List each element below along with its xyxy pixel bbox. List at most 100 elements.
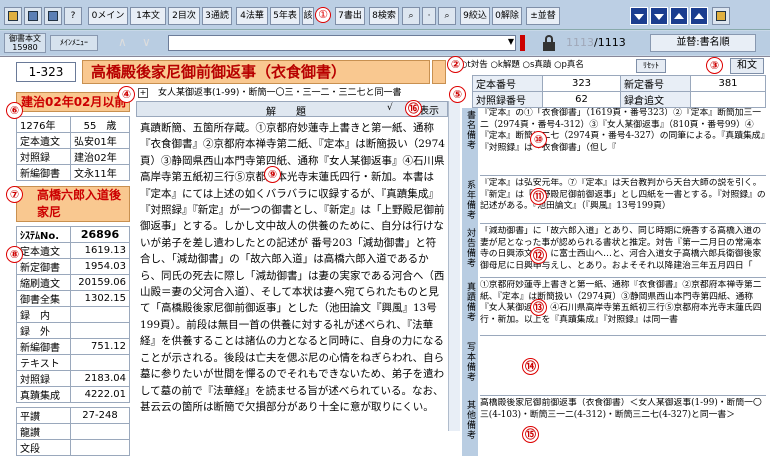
callout-12: ⑫ [530, 247, 547, 264]
reset-button[interactable]: ﾘｾｯﾄ [636, 59, 666, 73]
nav-up2-icon[interactable] [690, 7, 708, 25]
tab-shomei[interactable]: 書名備考 [464, 110, 477, 176]
table-row: 対照録 2183.04 [16, 370, 130, 387]
help-icon[interactable]: ? [64, 7, 82, 25]
search-range-icon[interactable]: ⌕ [438, 7, 456, 25]
table-row: 定本遺文 弘安01年 [16, 132, 130, 149]
main-menu-button[interactable]: ﾒｲﾝﾒﾆｭｰ [50, 35, 98, 51]
shibori-button[interactable]: 9絞込 [460, 7, 490, 25]
mini-button[interactable]: 該 [302, 7, 314, 25]
folder-icon[interactable] [712, 7, 730, 25]
date-heading: 建治02年02月以前 [16, 92, 130, 112]
main-toolbar: ? 0メイン 1本文 2目次 3通読 4法華 5年表 該 ① 7書出 8検索 ⌕… [0, 0, 770, 30]
table-row: 録 内 [16, 306, 130, 323]
table-row: 1276年 55 歳 [16, 116, 130, 133]
record-total: /1113 [594, 36, 626, 49]
nav-down2-icon[interactable] [650, 7, 668, 25]
combobox-dropdown-icon[interactable]: ▼ [506, 37, 516, 49]
export-icon[interactable] [24, 7, 42, 25]
related-line: 女人某御返事(1-99)・断簡一〇三・三一二・三二七と同一書 [158, 88, 402, 98]
search-icon[interactable]: ⌕ [402, 7, 420, 25]
sort-label: 並替:書名順 [650, 34, 756, 52]
table-row: テキスト [16, 354, 130, 371]
hokke-button[interactable]: 4法華 [236, 7, 268, 25]
folder-open-icon[interactable] [4, 7, 22, 25]
callout-16: ⑯ [405, 100, 422, 117]
radio-shinseki[interactable]: ○s真蹟 [523, 60, 552, 70]
year-table: 1276年 55 歳 定本遺文 弘安01年 対照録 建治02年 新編御書 文永11年 [16, 116, 130, 181]
show-label[interactable]: 表示 [419, 102, 447, 117]
lock-icon[interactable] [540, 34, 558, 52]
callout-9: ⑨ [264, 166, 281, 183]
numbers-table: 定本番号 323 新定番号 381 対照録番号 62 録倉追文 [472, 75, 766, 108]
shomei-text: 『定本』の①「衣食御書」（1619頁・番号323）②『定本』断簡加三一二（297… [480, 108, 766, 176]
callout-8: ⑧ [6, 246, 23, 263]
dot-icon[interactable]: · [422, 7, 436, 25]
search-combobox[interactable] [168, 35, 516, 51]
table-row: 対照録 建治02年 [16, 148, 130, 165]
record-current: 1113 [566, 36, 594, 49]
center-scrollbar[interactable] [448, 101, 460, 431]
main-button[interactable]: 0メイン [88, 7, 128, 25]
doc-number: 1-323 [16, 62, 76, 82]
callout-1: ① [315, 7, 333, 25]
tab-shahon[interactable]: 写本備考 [464, 342, 477, 392]
callout-2: ② [447, 56, 464, 73]
radio-mana[interactable]: ○p真名 [554, 60, 584, 70]
up-arrow[interactable]: ∧ [118, 35, 127, 49]
commentary-table: 平讃 27-248 龍讃 文段 [16, 407, 130, 456]
kaijo-button[interactable]: 0解除 [492, 7, 522, 25]
tab-sonota[interactable]: 其他備考 [464, 400, 477, 454]
tab-keinen[interactable]: 系年備考 [464, 180, 477, 226]
kaidai-tab[interactable]: 解 題 [221, 103, 351, 118]
table-row: 新編御書 文永11年 [16, 164, 130, 181]
callout-3: ③ [706, 57, 723, 74]
nav-down-icon[interactable] [630, 7, 648, 25]
kaidai-tab-bar: 解 題 √ 表示 [136, 101, 448, 118]
tsudoku-button[interactable]: 3通読 [202, 7, 232, 25]
doc-title-extra [432, 60, 446, 84]
honbun-count-label: 御書本文 15980 [4, 33, 46, 53]
radio-kaidai[interactable]: ○k解題 [490, 60, 519, 70]
nenpyo-button[interactable]: 5年表 [270, 7, 300, 25]
radio-taikoku[interactable]: ○t対告 [460, 60, 488, 70]
shinseki-text: ①京都府妙蓮寺上書きと第一紙、通称『衣食御書』②京都府本禅寺第二紙、『定本』は断… [480, 280, 766, 336]
red-marker [520, 35, 525, 51]
sonota-text: 高橋殿後家尼御前御返事（衣食御書）＜女人某御返事(1-99)・断簡一〇三(4-1… [480, 398, 762, 420]
mokuji-button[interactable]: 2目次 [168, 7, 200, 25]
system-table: ｼｽﾃﾑNo. 26896 定本遺文 1619.13 新定御書 1954.03 縮刷遺… [16, 226, 130, 403]
kensaku-button[interactable]: 8検索 [369, 7, 399, 25]
expand-icon[interactable]: + [138, 88, 148, 98]
table-row: 平讃 27-248 [16, 407, 130, 424]
nav-up-icon[interactable] [670, 7, 688, 25]
table-row: 龍讃 [16, 423, 130, 440]
callout-7: ⑦ [6, 186, 23, 203]
honbun-button[interactable]: 1本文 [130, 7, 166, 25]
doc-title: 高橋殿後家尼御前御返事（衣食御書） [82, 60, 430, 84]
callout-5: ⑤ [449, 86, 466, 103]
table-row: 縮刷遺文 20159.06 [16, 274, 130, 291]
callout-14: ⑭ [522, 358, 539, 375]
show-checkbox[interactable]: √ [387, 103, 395, 113]
table-row: 御書全集 1302.15 [16, 290, 130, 307]
tab-taikoku[interactable]: 対告備考 [464, 228, 477, 278]
down-arrow[interactable]: ∨ [142, 35, 151, 49]
callout-6: ⑥ [6, 102, 23, 119]
keinen-text: 『定本』は弘安元年。⑦『定本』は天台教判から天台大師の説を引く。『新定』は「上野… [480, 178, 766, 224]
kaidai-body-text: 真蹟断簡、五箇所存蔵。①京都府妙蓮寺上書きと第一紙、通称『衣食御書』②京都府本禅… [140, 122, 445, 413]
narabikae-button[interactable]: ±並替 [526, 7, 560, 25]
callout-13: ⑬ [530, 299, 547, 316]
kanbun-button[interactable]: 和文 [730, 58, 764, 74]
table-row: ｼｽﾃﾑNo. 26896 [16, 226, 130, 243]
kakidashi-button[interactable]: 7書出 [335, 7, 365, 25]
table-row: 新編御書 751.12 [16, 338, 130, 355]
callout-11: ⑪ [530, 188, 547, 205]
table-row: 文段 [16, 439, 130, 456]
recipient-heading: 高橋六郎入道後家尼 [16, 186, 130, 222]
taikoku-text: 「減劫御書」に「故六郎入道」とあり、同じ時期に焼香する高橋入道の妻が尼となった事… [480, 226, 766, 278]
table-row: 新定御書 1954.03 [16, 258, 130, 275]
print-icon[interactable] [44, 7, 62, 25]
table-row: 定本遺文 1619.13 [16, 242, 130, 259]
tab-shinseki[interactable]: 真蹟備考 [464, 282, 477, 336]
callout-10: ⑩ [530, 131, 547, 148]
